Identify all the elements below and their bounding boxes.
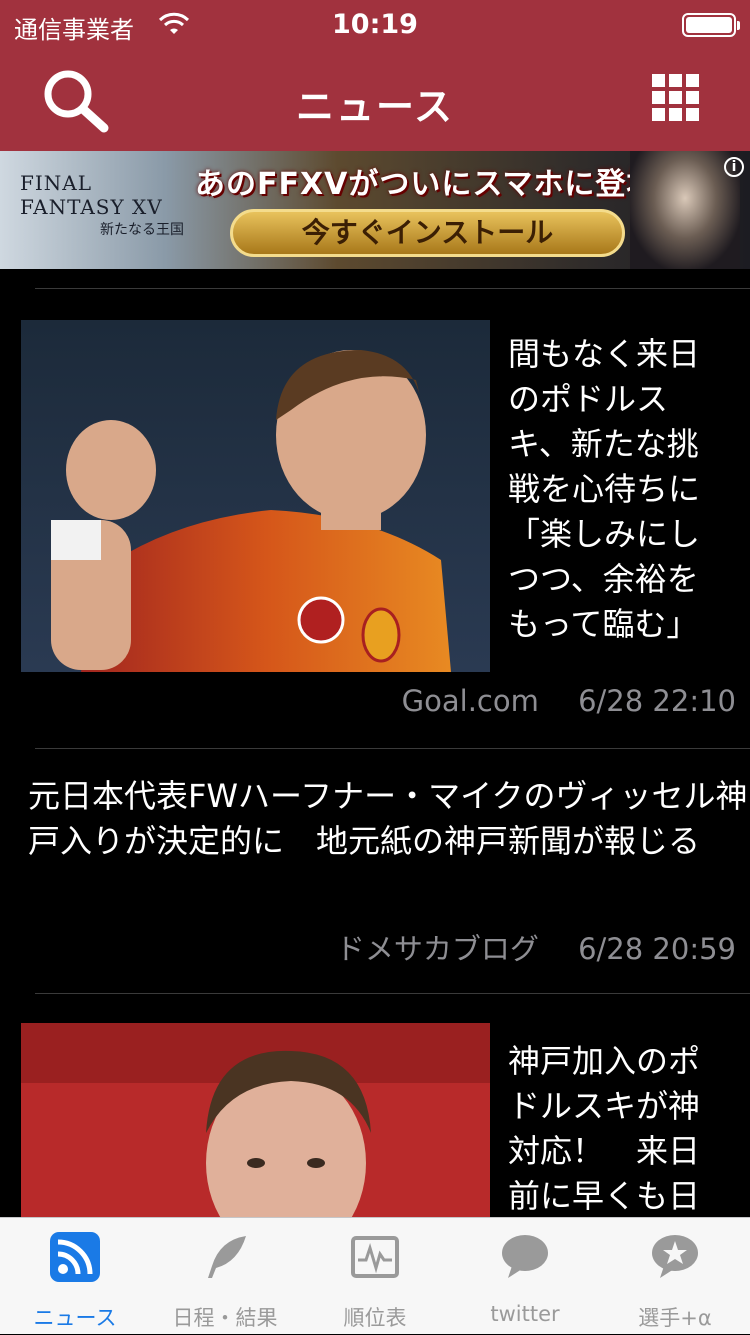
tab-label: 順位表 [343, 1306, 407, 1330]
tab-players[interactable]: 選手+α [600, 1218, 750, 1335]
tab-bar: ニュース 日程・結果 順位表 twitter 選手+α [0, 1217, 750, 1334]
ad-game-logo: FINAL FANTASY XV 新たなる王国 [20, 171, 184, 238]
news-thumbnail [21, 1023, 490, 1217]
chart-icon [351, 1236, 399, 1278]
ad-install-button[interactable]: 今すぐインストール [230, 209, 625, 257]
news-title: 元日本代表FWハーフナー・マイクのヴィッセル神戸入りが決定的に 地元紙の神戸新聞… [28, 777, 748, 860]
tab-news[interactable]: ニュース [0, 1218, 150, 1335]
tab-label: 選手+α [638, 1306, 712, 1330]
news-source: ドメサカブログ [335, 932, 539, 966]
quill-icon [208, 1236, 246, 1278]
ad-headline: あのFFXVがついにスマホに登場!! [195, 167, 687, 202]
battery-icon [682, 13, 740, 37]
news-meta: ドメサカブログ 6/28 20:59 [336, 926, 736, 968]
clock-time: 10:19 [332, 9, 418, 40]
divider [35, 288, 750, 289]
tab-schedule[interactable]: 日程・結果 [150, 1218, 300, 1335]
news-source: Goal.com [401, 684, 539, 718]
tab-twitter[interactable]: twitter [450, 1218, 600, 1335]
news-title: 神戸加入のポドルスキが神対応！ 来日前に早くも日 [508, 1042, 701, 1215]
news-title: 間もなく来日のポドルスキ、新たな挑戦を心待ちに「楽しみにしつつ、余裕をもって臨む… [508, 335, 701, 643]
divider [35, 993, 750, 994]
ad-info-icon[interactable]: i [724, 157, 744, 177]
news-thumbnail [21, 320, 490, 672]
star-bubble-icon [652, 1235, 698, 1278]
speech-bubble-icon [502, 1235, 548, 1278]
tab-label: twitter [490, 1302, 560, 1326]
tab-label: 日程・結果 [172, 1306, 278, 1330]
news-meta: Goal.com 6/28 22:10 [402, 684, 736, 718]
news-datetime: 6/28 20:59 [578, 932, 736, 966]
rss-icon [50, 1232, 100, 1282]
news-datetime: 6/28 22:10 [578, 684, 736, 718]
page-title: ニュース [295, 85, 455, 129]
navigation-bar: ニュース [0, 50, 750, 151]
ad-banner[interactable]: FINAL FANTASY XV 新たなる王国 あのFFXVがついにスマホに登場… [0, 151, 750, 269]
divider [35, 748, 750, 749]
tab-standings[interactable]: 順位表 [300, 1218, 450, 1335]
status-bar: 通信事業者 10:19 [0, 0, 750, 50]
tab-label: ニュース [33, 1306, 117, 1330]
grid-menu-icon[interactable] [652, 74, 700, 122]
